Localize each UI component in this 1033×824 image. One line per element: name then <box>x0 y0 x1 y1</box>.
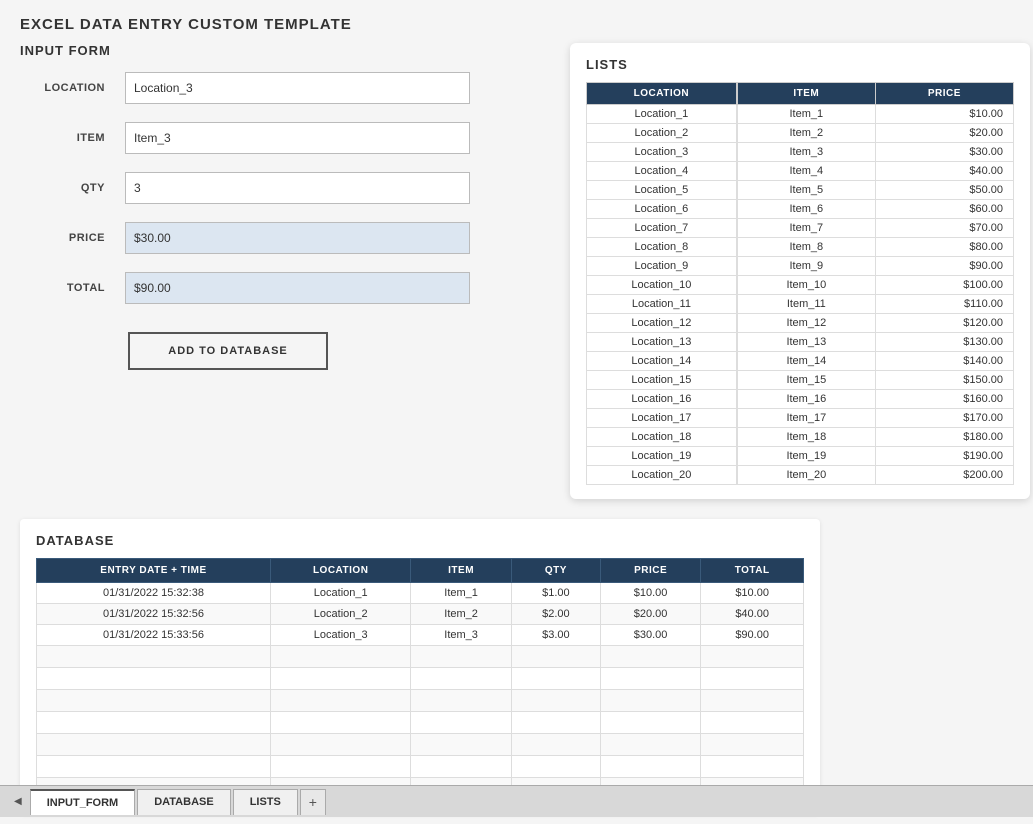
table-row <box>37 756 804 778</box>
list-item[interactable]: Item_4$40.00 <box>737 162 1013 181</box>
location-row: LOCATION <box>20 72 540 104</box>
list-item[interactable]: Item_10$100.00 <box>737 276 1013 295</box>
list-item[interactable]: Location_14 <box>587 352 737 371</box>
list-item[interactable]: Location_16 <box>587 390 737 409</box>
list-item[interactable]: Location_4 <box>587 162 737 181</box>
add-to-database-button[interactable]: ADD TO DATABASE <box>128 332 328 370</box>
db-col-header: ITEM <box>411 559 511 583</box>
list-item[interactable]: Location_18 <box>587 428 737 447</box>
list-item[interactable]: Item_1$10.00 <box>737 105 1013 124</box>
list-item[interactable]: Location_17 <box>587 409 737 428</box>
item-row: ITEM <box>20 122 540 154</box>
list-item[interactable]: Location_7 <box>587 219 737 238</box>
main-area: EXCEL DATA ENTRY CUSTOM TEMPLATE INPUT F… <box>0 0 1033 824</box>
price-label: PRICE <box>40 232 105 244</box>
list-item[interactable]: Item_16$160.00 <box>737 390 1013 409</box>
list-item[interactable]: Item_17$170.00 <box>737 409 1013 428</box>
list-item[interactable]: Location_5 <box>587 181 737 200</box>
db-col-header: ENTRY DATE + TIME <box>37 559 271 583</box>
list-item[interactable]: Location_19 <box>587 447 737 466</box>
list-item[interactable]: Item_12$120.00 <box>737 314 1013 333</box>
list-item[interactable]: Item_20$200.00 <box>737 466 1013 485</box>
list-item[interactable]: Item_8$80.00 <box>737 238 1013 257</box>
db-col-header: LOCATION <box>270 559 410 583</box>
list-item[interactable]: Location_3 <box>587 143 737 162</box>
database-section: DATABASE ENTRY DATE + TIMELOCATIONITEMQT… <box>20 519 820 814</box>
bottom-bar: ◀ INPUT_FORMDATABASELISTS + <box>0 785 1033 817</box>
lists-tables: LOCATION Location_1Location_2Location_3L… <box>586 82 1014 485</box>
list-item[interactable]: Item_5$50.00 <box>737 181 1013 200</box>
item-label: ITEM <box>40 132 105 144</box>
list-item[interactable]: Item_11$110.00 <box>737 295 1013 314</box>
table-row: 01/31/2022 15:32:38Location_1Item_1$1.00… <box>37 583 804 604</box>
list-item[interactable]: Location_6 <box>587 200 737 219</box>
list-item[interactable]: Location_15 <box>587 371 737 390</box>
item-price-list-table: ITEM PRICE Item_1$10.00Item_2$20.00Item_… <box>737 82 1014 485</box>
qty-label: QTY <box>40 182 105 194</box>
page-title: EXCEL DATA ENTRY CUSTOM TEMPLATE <box>20 16 1013 33</box>
list-item[interactable]: Location_11 <box>587 295 737 314</box>
lists-panel: LISTS LOCATION Location_1Location_2Locat… <box>570 43 1030 499</box>
price-col-header: PRICE <box>875 83 1013 105</box>
table-row <box>37 690 804 712</box>
lists-title: LISTS <box>586 57 1014 72</box>
list-item[interactable]: Item_2$20.00 <box>737 124 1013 143</box>
list-item[interactable]: Location_12 <box>587 314 737 333</box>
list-item[interactable]: Item_7$70.00 <box>737 219 1013 238</box>
table-row <box>37 734 804 756</box>
tab-input-form[interactable]: INPUT_FORM <box>30 789 136 815</box>
tab-lists[interactable]: LISTS <box>233 789 298 815</box>
tab-add-button[interactable]: + <box>300 789 326 815</box>
list-item[interactable]: Location_20 <box>587 466 737 485</box>
tab-database[interactable]: DATABASE <box>137 789 230 815</box>
price-row: PRICE <box>20 222 540 254</box>
table-row <box>37 668 804 690</box>
db-col-header: QTY <box>511 559 600 583</box>
database-title: DATABASE <box>36 533 804 548</box>
list-item[interactable]: Item_19$190.00 <box>737 447 1013 466</box>
list-item[interactable]: Item_3$30.00 <box>737 143 1013 162</box>
item-input[interactable] <box>125 122 470 154</box>
list-item[interactable]: Location_2 <box>587 124 737 143</box>
list-item[interactable]: Item_6$60.00 <box>737 200 1013 219</box>
tab-scroll-left[interactable]: ◀ <box>8 796 28 807</box>
input-form-title: INPUT FORM <box>20 43 540 58</box>
top-section: INPUT FORM LOCATION ITEM QTY PRICE TOTAL <box>20 43 1013 499</box>
location-list-table: LOCATION Location_1Location_2Location_3L… <box>586 82 737 485</box>
list-item[interactable]: Item_18$180.00 <box>737 428 1013 447</box>
total-row: TOTAL <box>20 272 540 304</box>
table-row: 01/31/2022 15:32:56Location_2Item_2$2.00… <box>37 604 804 625</box>
qty-row: QTY <box>20 172 540 204</box>
location-col-header: LOCATION <box>587 83 737 105</box>
location-label: LOCATION <box>40 82 105 94</box>
table-row <box>37 646 804 668</box>
list-item[interactable]: Item_15$150.00 <box>737 371 1013 390</box>
input-form: INPUT FORM LOCATION ITEM QTY PRICE TOTAL <box>20 43 540 499</box>
db-col-header: TOTAL <box>701 559 804 583</box>
table-row <box>37 712 804 734</box>
list-item[interactable]: Location_9 <box>587 257 737 276</box>
database-table: ENTRY DATE + TIMELOCATIONITEMQTYPRICETOT… <box>36 558 804 800</box>
list-item[interactable]: Location_13 <box>587 333 737 352</box>
list-item[interactable]: Item_14$140.00 <box>737 352 1013 371</box>
total-input <box>125 272 470 304</box>
list-item[interactable]: Item_9$90.00 <box>737 257 1013 276</box>
price-input <box>125 222 470 254</box>
list-item[interactable]: Item_13$130.00 <box>737 333 1013 352</box>
db-col-header: PRICE <box>600 559 700 583</box>
list-item[interactable]: Location_8 <box>587 238 737 257</box>
item-col-header: ITEM <box>737 83 875 105</box>
table-row: 01/31/2022 15:33:56Location_3Item_3$3.00… <box>37 625 804 646</box>
qty-input[interactable] <box>125 172 470 204</box>
total-label: TOTAL <box>40 282 105 294</box>
list-item[interactable]: Location_1 <box>587 105 737 124</box>
location-input[interactable] <box>125 72 470 104</box>
list-item[interactable]: Location_10 <box>587 276 737 295</box>
